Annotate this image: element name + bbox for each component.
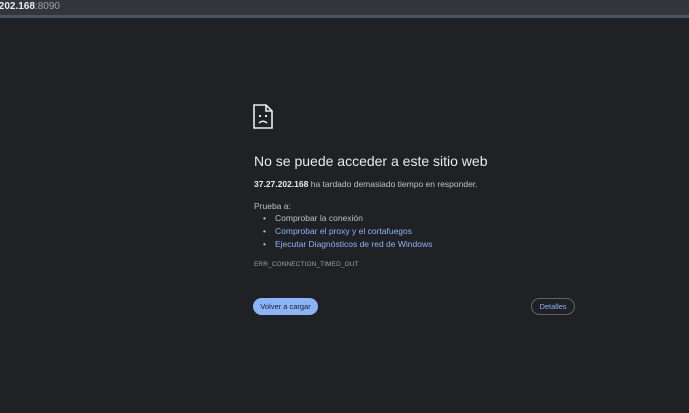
url-port: :8090	[34, 1, 60, 12]
suggestion-check-connection: Comprobar la conexión	[275, 213, 363, 223]
details-button[interactable]: Detalles	[531, 298, 575, 315]
bullet-icon: •	[263, 239, 266, 249]
error-summary: 37.27.202.168 ha tardado demasiado tiemp…	[254, 179, 478, 189]
sad-page-icon	[253, 104, 273, 129]
bullet-icon: •	[263, 213, 266, 223]
list-item: • Comprobar la conexión	[263, 212, 432, 225]
address-bar[interactable]: .202.168:8090	[0, 0, 689, 18]
bullet-icon: •	[263, 226, 266, 236]
summary-ip: 37.27.202.168	[254, 179, 309, 189]
page-title: No se puede acceder a este sitio web	[254, 153, 488, 169]
reload-button[interactable]: Volver a cargar	[253, 298, 318, 315]
suggestion-network-diagnostics-link[interactable]: Ejecutar Diagnósticos de red de Windows	[275, 239, 432, 249]
url-text[interactable]: .202.168:8090	[0, 1, 60, 13]
suggestions-list: • Comprobar la conexión • Comprobar el p…	[254, 212, 432, 251]
summary-text: ha tardado demasiado tiempo en responder…	[308, 179, 478, 189]
suggestions-heading: Prueba a:	[254, 201, 291, 211]
url-host: .202.168	[0, 1, 35, 12]
error-code: ERR_CONNECTION_TIMED_OUT	[254, 261, 359, 268]
list-item: • Ejecutar Diagnósticos de red de Window…	[263, 238, 432, 251]
suggestion-check-proxy-link[interactable]: Comprobar el proxy y el cortafuegos	[275, 226, 412, 236]
list-item: • Comprobar el proxy y el cortafuegos	[263, 225, 432, 238]
